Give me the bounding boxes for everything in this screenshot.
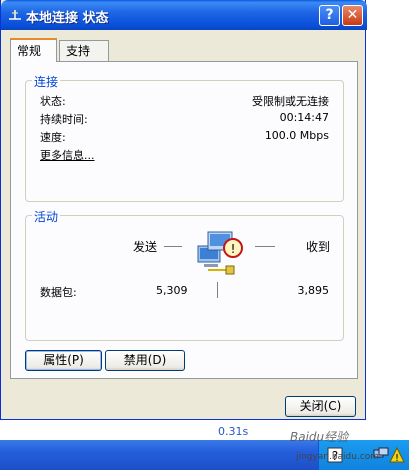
speed-value: 100.0 Mbps [264,129,329,142]
packets-sent-value: 5,309 [156,284,188,297]
close-window-button[interactable]: ✕ [342,5,363,26]
activity-group: 活动 发送 ! 收到 数据包: 5,309 3,895 [25,208,344,341]
more-info-link[interactable]: 更多信息... [40,147,95,163]
window-title: 本地连接 状态 [26,11,109,26]
packets-label: 数据包: [40,286,77,299]
packets-received-value: 3,895 [297,284,330,297]
speed-label: 速度: [40,131,66,144]
properties-button[interactable]: 属性(P) [25,350,102,371]
received-label: 收到 [306,240,331,254]
network-activity-icon: ! [197,231,243,275]
disable-button[interactable]: 禁用(D) [105,350,185,371]
network-connection-icon [9,10,21,20]
tab-panel-general: 连接 状态: 受限制或无连接 持续时间: 00:14:47 速度: 100.0 … [10,61,358,379]
status-value: 受限制或无连接 [252,95,329,108]
packets-divider [217,282,218,298]
close-button[interactable]: 关闭(C) [285,396,356,417]
received-line [255,246,275,247]
sent-label: 发送 [133,240,158,254]
svg-text:!: ! [395,453,399,463]
help-button[interactable]: ? [319,5,340,26]
activity-group-title: 活动 [32,208,61,225]
watermark: Baidu经验 [290,430,349,444]
warning-tray-icon[interactable]: ! [389,447,405,463]
connection-group: 连接 状态: 受限制或无连接 持续时间: 00:14:47 速度: 100.0 … [25,73,344,202]
duration-label: 持续时间: [40,113,88,126]
tab-support[interactable]: 支持 [59,40,109,61]
connection-group-title: 连接 [32,73,61,90]
status-dialog: 本地连接 状态 ? ✕ 常规 支持 连接 状态: 受限制或无连接 持续时间: 0… [0,0,367,420]
tab-general[interactable]: 常规 [10,38,57,62]
title-bar[interactable]: 本地连接 状态 ? ✕ [1,0,367,30]
sent-line [164,246,182,247]
watermark-url: jingyan.baidu.com [296,452,380,462]
duration-value: 00:14:47 [279,111,329,124]
svg-text:!: ! [231,242,236,256]
speed-indicator: 0.31s [218,425,249,438]
status-label: 状态: [40,95,66,108]
